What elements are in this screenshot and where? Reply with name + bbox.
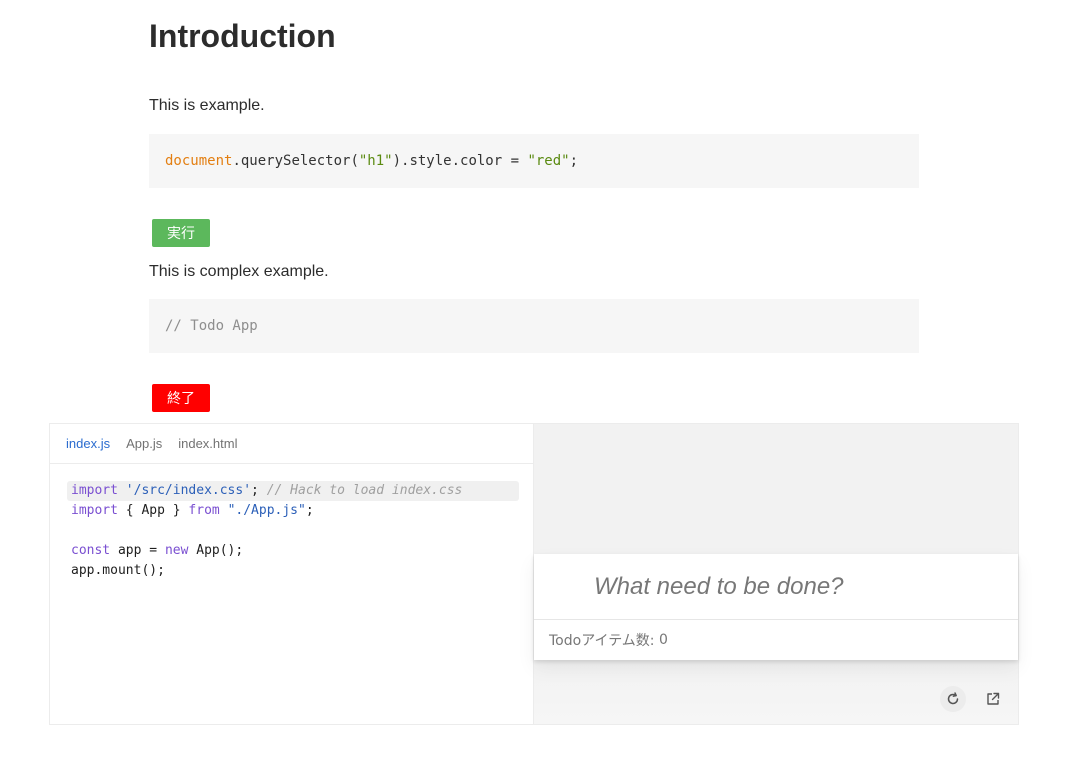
code-token-string: "h1"	[358, 153, 393, 169]
code-string: '/src/index.css'	[125, 483, 252, 498]
code-keyword: import	[71, 503, 118, 518]
code-editor-text[interactable]: import '/src/index.css'; // Hack to load…	[67, 481, 519, 581]
code-keyword: new	[164, 543, 189, 558]
code-keyword: const	[71, 543, 111, 558]
todo-count-value: 0	[658, 632, 668, 648]
code-line: import { App } from "./App.js";	[67, 501, 519, 521]
code-editor: index.js App.js index.html import '/src/…	[50, 424, 534, 724]
preview-pane: Todoアイテム数: 0	[534, 424, 1018, 724]
code-token: ).style.color =	[392, 153, 528, 169]
file-tabs: index.js App.js index.html	[50, 424, 533, 464]
example-code-block: document .querySelector("h1").style.color…	[149, 134, 919, 188]
complex-code-block: // Todo App	[149, 299, 919, 353]
code-line: import '/src/index.css'; // Hack to load…	[67, 481, 519, 501]
tab-app-js[interactable]: App.js	[126, 436, 162, 451]
code-token-global: document	[165, 153, 233, 169]
code-token: ;	[251, 483, 259, 498]
todo-count: Todoアイテム数: 0	[534, 620, 1018, 660]
external-link-icon	[987, 692, 1000, 705]
new-todo-input[interactable]	[534, 554, 1018, 620]
end-button[interactable]: 終了	[152, 384, 210, 412]
open-in-new-window-button[interactable]	[980, 686, 1006, 712]
code-sandbox: index.js App.js index.html import '/src/…	[49, 423, 1019, 725]
code-token: ;	[305, 503, 314, 518]
code-keyword: import	[71, 483, 118, 498]
example-paragraph: This is example.	[149, 97, 265, 114]
code-token: App();	[196, 543, 244, 558]
todo-count-label: Todoアイテム数:	[549, 633, 655, 649]
code-line: app.mount();	[71, 563, 165, 578]
code-line: const app = new App();	[67, 541, 519, 561]
tab-index-html[interactable]: index.html	[178, 436, 237, 451]
tab-index-js[interactable]: index.js	[66, 436, 110, 451]
code-token: .querySelector(	[232, 153, 359, 169]
todo-app: Todoアイテム数: 0	[534, 554, 1018, 660]
code-token: ;	[569, 153, 579, 169]
complex-example-paragraph: This is complex example.	[149, 263, 329, 280]
run-button[interactable]: 実行	[152, 219, 210, 247]
code-token: app =	[117, 543, 158, 558]
refresh-button[interactable]	[940, 686, 966, 712]
code-token: { App }	[125, 503, 181, 518]
code-token-string: "red"	[527, 153, 570, 169]
page-title: Introduction	[149, 18, 336, 54]
code-comment: // Hack to load index.css	[266, 483, 463, 498]
refresh-icon	[947, 692, 959, 705]
code-keyword: from	[188, 503, 220, 518]
code-string: "./App.js"	[227, 503, 306, 518]
